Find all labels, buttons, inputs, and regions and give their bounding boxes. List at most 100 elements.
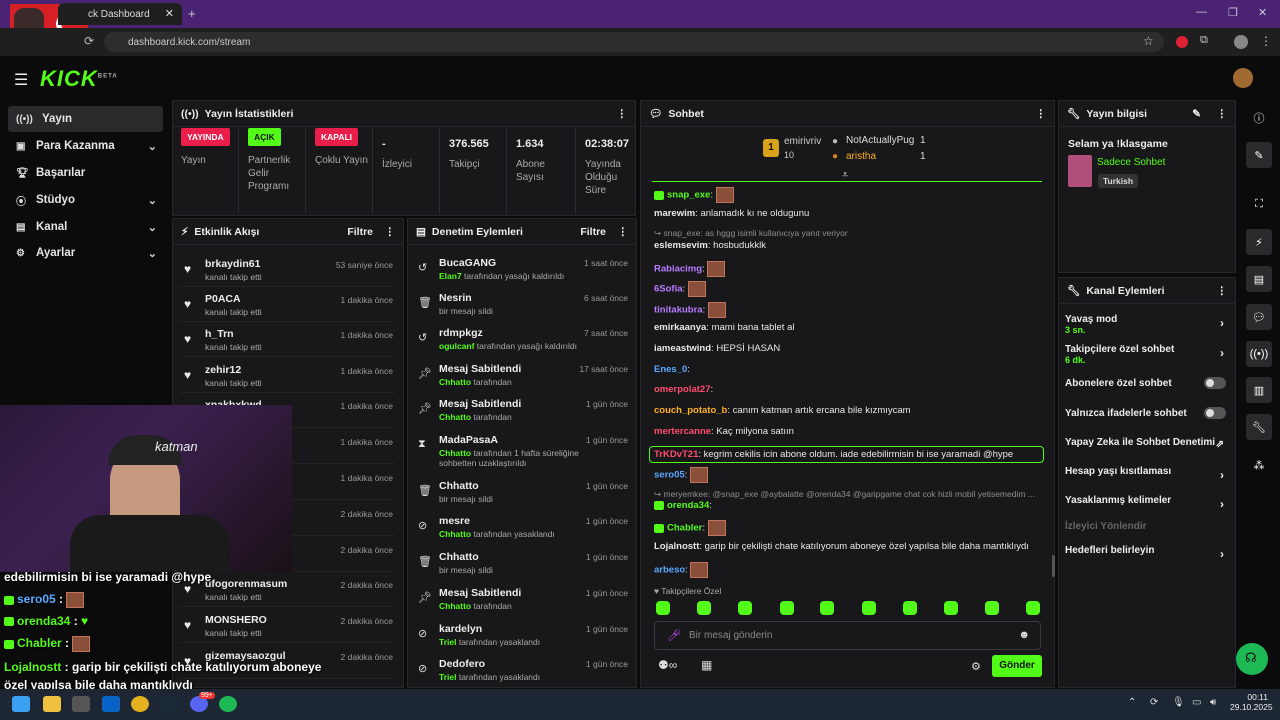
moderation-row[interactable]: 📌︎ Mesaj Sabitlendi Chhatto tarafından 1… [414,359,632,394]
mic-icon[interactable]: 🎤︎ [667,629,681,642]
edit-icon[interactable]: ✎ [1246,142,1272,168]
chat-message[interactable]: snap_exe: [654,187,734,203]
new-tab-button[interactable]: + [188,6,196,21]
moderation-row[interactable]: 📌︎ Mesaj Sabitlendi Chhatto tarafından 1… [414,583,632,618]
layout-icon[interactable]: ▥ [1246,377,1272,403]
lightning-icon[interactable]: ⚡︎ [1246,229,1272,255]
volume-icon[interactable]: 🔊︎ [1210,697,1216,708]
chat-message[interactable]: orenda34: [654,500,712,511]
moderation-row[interactable]: ↺ BucaGANG Elan7 tarafından yasağı kaldı… [414,253,632,288]
toggle-switch[interactable] [1204,407,1226,419]
channel-action-row[interactable]: Hesap yaşı kısıtlaması › [1065,466,1230,482]
chat-username[interactable]: emirkaanya [654,322,706,333]
chat-message[interactable]: mertercanne: Kaç milyona satıın [654,426,794,437]
clock[interactable]: 00:11 29.10.2025 [1230,692,1273,712]
chat-username[interactable]: couch_potato_b [654,405,727,416]
channel-action-row[interactable]: Abonelere özel sohbet [1065,377,1230,389]
chat-message[interactable]: sero05: [654,467,708,483]
quick-emote-icon[interactable] [738,601,752,615]
moderation-row[interactable]: ⊘ mesre Chhatto tarafından yasaklandı 1 … [414,511,632,546]
nav-ayarlar[interactable]: ⚙ Ayarlar ⌄ [8,240,163,266]
points-icon[interactable]: ⚉∞ [658,658,677,672]
quick-emote-icon[interactable] [862,601,876,615]
kebab-menu-icon[interactable]: ⋮ [385,226,396,238]
activity-row[interactable]: ♥ MONSHERO kanalı takip etti 2 dakika ön… [180,609,395,643]
activity-row[interactable]: ♥ zehir12 kanalı takip etti 1 dakika önc… [180,359,395,393]
moderation-row[interactable]: ⊘ Dedofero Triel tarafından yasaklandı 1… [414,654,632,689]
quick-emote-icon[interactable] [985,601,999,615]
nodes-icon[interactable]: ⁂ [1246,452,1272,478]
channel-action-row[interactable]: Yalnızca ifadelerle sohbet [1065,407,1230,419]
quick-emote-icon[interactable] [944,601,958,615]
tools-icon[interactable]: 🔧︎ [1246,414,1272,440]
chat-username[interactable]: Chabler [667,523,702,534]
moderation-row[interactable]: ⧗ MadaPasaA Chhatto tarafından 1 hafta s… [414,430,632,468]
emoji-icon[interactable]: ☻ [1018,629,1030,641]
moderation-row[interactable]: ↺ rdmpkgz ogulcanf tarafından yasağı kal… [414,323,632,358]
outlook-icon[interactable] [102,696,120,712]
activity-row[interactable]: ♥ brkaydin61 kanalı takip etti 53 saniye… [180,253,395,287]
browser-menu-icon[interactable]: ⋮ [1260,34,1272,48]
chat-icon[interactable]: 💬︎ [1246,304,1272,330]
browser-tab[interactable]: ck Dashboard ✕ [58,3,182,25]
chat-message[interactable]: tinitakubra: [654,302,726,318]
chat-message[interactable]: Lojalnostt: garip bir çekilişti chate ka… [654,541,1029,552]
chat-input[interactable]: 🎤︎ Bir mesaj gönderin ☻ [654,621,1041,650]
channel-action-row[interactable]: Yapay Zeka ile Sohbet Denetimi ⇗ [1065,437,1230,450]
moderation-filter-button[interactable]: Filtre [580,226,606,238]
quick-emote-icon[interactable] [903,601,917,615]
info-icon[interactable]: ⓘ [1246,105,1272,131]
chat-message[interactable]: TrKDvT21: kegrim cekilis icin abone oldu… [649,446,1044,463]
category-link[interactable]: Sadece Sohbet [1097,157,1165,168]
spotify-icon[interactable] [219,696,237,712]
chat-username[interactable]: iameastwind [654,343,711,354]
toggle-switch[interactable] [1204,377,1226,389]
activity-filter-button[interactable]: Filtre [347,226,373,238]
mic-tray-icon[interactable]: 🎙︎ [1172,697,1185,708]
close-tab-icon[interactable]: ✕ [165,7,174,20]
nav-yayin[interactable]: ((•)) Yayın [8,106,163,132]
nav-studyo[interactable]: ⦿ Stüdyo ⌄ [8,187,163,213]
chat-username[interactable]: TrKDvT21 [654,449,698,460]
chat-username[interactable]: arbeso [654,565,685,576]
quick-emote-icon[interactable] [820,601,834,615]
chat-message[interactable]: emirkaanya: mami bana tablet al [654,322,795,333]
store-app-icon[interactable] [72,696,90,712]
kebab-menu-icon[interactable]: ⋮ [1217,108,1228,120]
send-button[interactable]: Gönder [992,655,1042,677]
chat-message[interactable]: Chabler: [654,520,726,536]
chat-username[interactable]: 6Sofia [654,284,683,295]
chat-username[interactable]: tinitakubra [654,305,703,316]
moderation-row[interactable]: 🗑︎ Chhatto bir mesajı sildi 1 gün önce [414,476,632,511]
kebab-menu-icon[interactable]: ⋮ [617,108,628,120]
user-avatar[interactable] [1233,68,1253,88]
moderation-row[interactable]: 🗑︎ Chhatto bir mesajı sildi 1 gün önce [414,547,632,582]
leaderboard-user-3[interactable]: aristha [846,151,876,162]
chat-message[interactable]: iameastwind: HEPSİ HASAN [654,343,780,354]
chat-username[interactable]: orenda34 [667,500,709,511]
clipboard-icon[interactable]: ▤ [1246,266,1272,292]
steam-icon[interactable] [160,696,178,712]
chat-username[interactable]: snap_exe [667,190,710,201]
edit-pencil-icon[interactable]: ✎ [1192,108,1201,120]
store-icon[interactable]: ▦ [701,658,712,672]
extension-icon[interactable] [1176,36,1188,48]
kebab-menu-icon[interactable]: ⋮ [1036,108,1047,120]
close-window-icon[interactable]: ✕ [1258,6,1267,19]
leaderboard-user-2[interactable]: NotActuallyPug [846,135,914,146]
chat-username[interactable]: eslemsevim [654,240,708,251]
chat-username[interactable]: mertercanne [654,426,711,437]
chat-message[interactable]: arbeso: [654,562,709,578]
moderation-row[interactable]: ⊘ kardelyn Triel tarafından yasaklandı 1… [414,619,632,654]
kebab-menu-icon[interactable]: ⋮ [1217,285,1228,297]
nav-para-kazanma[interactable]: ▣ Para Kazanma ⌄ [8,133,163,159]
chrome-icon[interactable] [131,696,149,712]
leaderboard-top-user[interactable]: emirivriv [784,136,821,147]
bookmark-star-icon[interactable]: ☆ [1143,34,1154,48]
broadcast-rail-icon[interactable]: ((•)) [1246,341,1272,367]
quick-emote-icon[interactable] [780,601,794,615]
nav-kanal[interactable]: ▤ Kanal ⌄ [8,214,163,240]
channel-action-row[interactable]: Hedefleri belirleyin › [1065,545,1230,561]
crop-icon[interactable]: ⛶ [1246,191,1272,217]
reload-icon[interactable]: ⟳ [84,34,94,48]
